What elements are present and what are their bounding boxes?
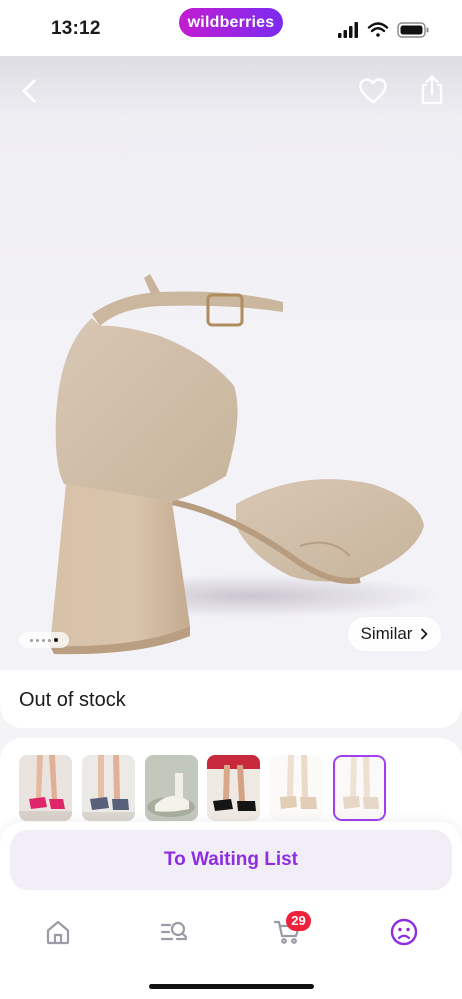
share-button[interactable] [414,72,450,108]
battery-icon [397,22,429,38]
chevron-right-icon [421,628,428,640]
variant-thumb[interactable] [145,755,198,821]
gallery-pagination [19,632,69,648]
share-icon [421,75,443,105]
status-time: 13:12 [51,18,101,39]
variant-white-heel-image [145,755,198,821]
tab-catalog[interactable] [154,916,194,948]
variant-thumb[interactable] [207,755,260,821]
status-icons [338,22,429,38]
variant-thumb[interactable] [82,755,135,821]
action-sheet: To Waiting List 29 [0,822,462,999]
product-gallery[interactable]: Similar [0,56,462,672]
pagination-dot [30,638,33,642]
variant-pink-heel-image [19,755,72,821]
pagination-dot-active [54,638,58,642]
profile-sad-face-icon [390,918,418,946]
stock-status-card: Out of stock [0,670,462,728]
home-icon [46,920,70,945]
similar-button[interactable]: Similar [348,617,441,651]
pagination-dot [48,638,51,642]
variant-nude-heel-image [335,757,384,819]
chevron-left-icon [22,79,36,103]
catalog-search-icon [160,921,188,941]
cart-count-badge: 29 [286,911,311,931]
status-bar: 13:12 wildberries [0,0,462,56]
tab-profile[interactable] [384,916,424,948]
wifi-icon [367,22,389,37]
pagination-dot [36,638,39,642]
brand-logo[interactable]: wildberries [179,8,283,37]
heart-icon [359,78,387,104]
variant-thumb[interactable] [19,755,72,821]
product-image [50,274,440,655]
pagination-dot [42,638,45,642]
variant-grey-heel-image [82,755,135,821]
waiting-list-button[interactable]: To Waiting List [10,830,452,890]
stock-status: Out of stock [19,689,126,711]
similar-label: Similar [360,624,413,643]
variant-black-heel-image [207,755,260,821]
cellular-signal-icon [338,22,358,38]
home-indicator [149,984,314,989]
variant-thumb-selected[interactable] [333,755,386,821]
favorite-button[interactable] [355,73,391,109]
variant-thumb[interactable] [270,755,323,821]
back-button[interactable] [12,73,48,109]
tab-home[interactable] [38,916,78,948]
variant-beige-heel-image [270,755,323,821]
